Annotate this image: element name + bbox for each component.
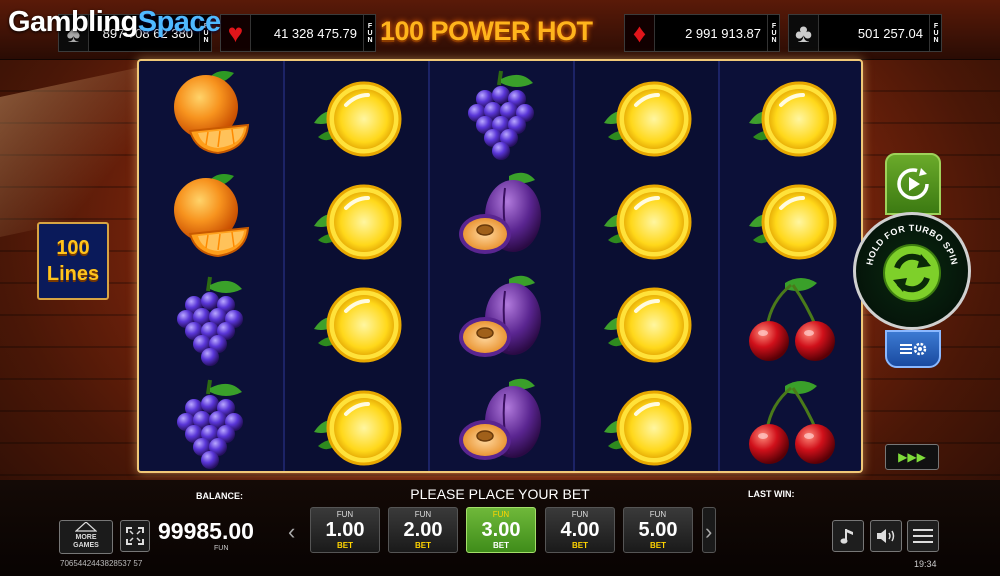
jackpot-fun-label: FUN [363, 15, 375, 51]
autoplay-button[interactable] [885, 153, 941, 215]
plum-symbol [451, 271, 551, 371]
fun-text: FUN [932, 22, 940, 44]
game-title: 100 POWER HOT [380, 16, 593, 46]
autoplay-icon [897, 168, 929, 200]
grapes-symbol [160, 374, 260, 471]
bet-value: 1.00 [325, 519, 365, 541]
balance-value: 99985.00 [158, 518, 254, 544]
diamond-icon: ♦ [625, 15, 655, 51]
jackpot-fun-label: FUN [767, 15, 779, 51]
lemon-symbol [596, 374, 696, 471]
jackpot-value: 2 991 913.87 [685, 25, 761, 41]
more-games-label-2: GAMES [73, 542, 99, 549]
music-button[interactable] [832, 520, 864, 552]
speaker-icon [877, 529, 895, 543]
club-icon: ♣ [789, 15, 819, 51]
bet-option[interactable]: FUN 2.00 BET [388, 507, 458, 553]
bet-fun-label: FUN [571, 510, 589, 519]
reel-3 [430, 61, 573, 471]
fast-forward-icon: ▶▶▶ [898, 450, 926, 464]
bet-label: BET [415, 541, 431, 550]
bet-option[interactable]: FUN 1.00 BET [310, 507, 380, 553]
plum-symbol [451, 374, 551, 471]
jackpot-diamond: ♦ 2 991 913.87 FUN [624, 14, 780, 52]
lemon-symbol [741, 65, 841, 165]
bet-value: 3.00 [481, 519, 521, 541]
lemon-symbol [596, 65, 696, 165]
fullscreen-button[interactable] [120, 520, 150, 552]
fullscreen-icon [126, 527, 144, 545]
bet-label: BET [650, 541, 666, 550]
reel-1 [139, 61, 282, 471]
reel-2 [285, 61, 428, 471]
logo-word-2: Space [137, 6, 221, 38]
grapes-symbol [451, 65, 551, 165]
fun-text: FUN [366, 22, 374, 44]
bet-fun-label: FUN [492, 510, 510, 519]
jackpot-heart: ♥ 41 328 475.79 FUN [220, 14, 376, 52]
lemon-symbol [596, 271, 696, 371]
lemon-symbol [741, 168, 841, 268]
lemon-symbol [306, 65, 406, 165]
logo-word-1: Gambling [8, 6, 138, 38]
balance-label: BALANCE: [196, 491, 243, 501]
svg-text:HOLD FOR TURBO SPIN: HOLD FOR TURBO SPIN [864, 223, 959, 266]
jackpot-value: 501 257.04 [857, 25, 923, 41]
lines-badge: 100 Lines [37, 222, 109, 300]
reel-5 [720, 61, 861, 471]
orange-symbol [160, 65, 260, 165]
bet-fun-label: FUN [649, 510, 667, 519]
fun-text: FUN [770, 22, 778, 44]
sound-button[interactable] [870, 520, 902, 552]
bet-value: 2.00 [403, 519, 443, 541]
plum-symbol [451, 168, 551, 268]
reels-frame [137, 59, 863, 473]
lemon-symbol [306, 374, 406, 471]
bet-prev-arrow[interactable]: ‹ [288, 519, 295, 545]
menu-button[interactable] [907, 520, 939, 552]
bet-option[interactable]: FUN 4.00 BET [545, 507, 615, 553]
lemon-symbol [596, 168, 696, 268]
more-games-button[interactable]: MORE GAMES [59, 520, 113, 554]
bet-fun-label: FUN [414, 510, 432, 519]
bet-option-selected[interactable]: FUN 3.00 BET [466, 507, 536, 553]
bet-option[interactable]: FUN 5.00 BET [623, 507, 693, 553]
jackpot-fun-label: FUN [929, 15, 941, 51]
bet-fun-label: FUN [336, 510, 354, 519]
settings-button[interactable] [885, 330, 941, 368]
last-win-label: LAST WIN: [748, 489, 795, 499]
logo: GamblingSpace [8, 6, 221, 39]
lines-label: Lines [46, 263, 100, 285]
lemon-symbol [306, 168, 406, 268]
hamburger-icon [913, 529, 933, 543]
bet-value: 4.00 [560, 519, 600, 541]
orange-symbol [160, 168, 260, 268]
more-games-label-1: MORE [75, 534, 97, 541]
bet-value: 5.00 [638, 519, 678, 541]
house-icon [75, 522, 97, 532]
balance-currency: FUN [214, 545, 229, 552]
bet-label: BET [493, 541, 509, 550]
lines-count: 100 [56, 237, 90, 259]
bet-label: BET [337, 541, 353, 550]
spin-button[interactable]: HOLD FOR TURBO SPIN [853, 212, 971, 330]
jackpot-club: ♣ 501 257.04 FUN [788, 14, 942, 52]
spin-hint-text: HOLD FOR TURBO SPIN [864, 223, 959, 266]
bet-label: BET [572, 541, 588, 550]
settings-icon [900, 342, 927, 356]
fast-play-button[interactable]: ▶▶▶ [885, 444, 939, 470]
clock: 19:34 [914, 559, 937, 569]
reel-4 [575, 61, 718, 471]
session-id: 7065442443828537 57 [60, 559, 143, 568]
grapes-symbol [160, 271, 260, 371]
heart-icon: ♥ [221, 15, 251, 51]
cherries-symbol [741, 271, 841, 371]
music-note-icon [840, 529, 853, 544]
status-message: PLEASE PLACE YOUR BET [410, 486, 590, 502]
bet-next-arrow[interactable]: › [705, 519, 712, 545]
lemon-symbol [306, 271, 406, 371]
jackpot-value: 41 328 475.79 [273, 25, 357, 41]
cherries-symbol [741, 374, 841, 471]
